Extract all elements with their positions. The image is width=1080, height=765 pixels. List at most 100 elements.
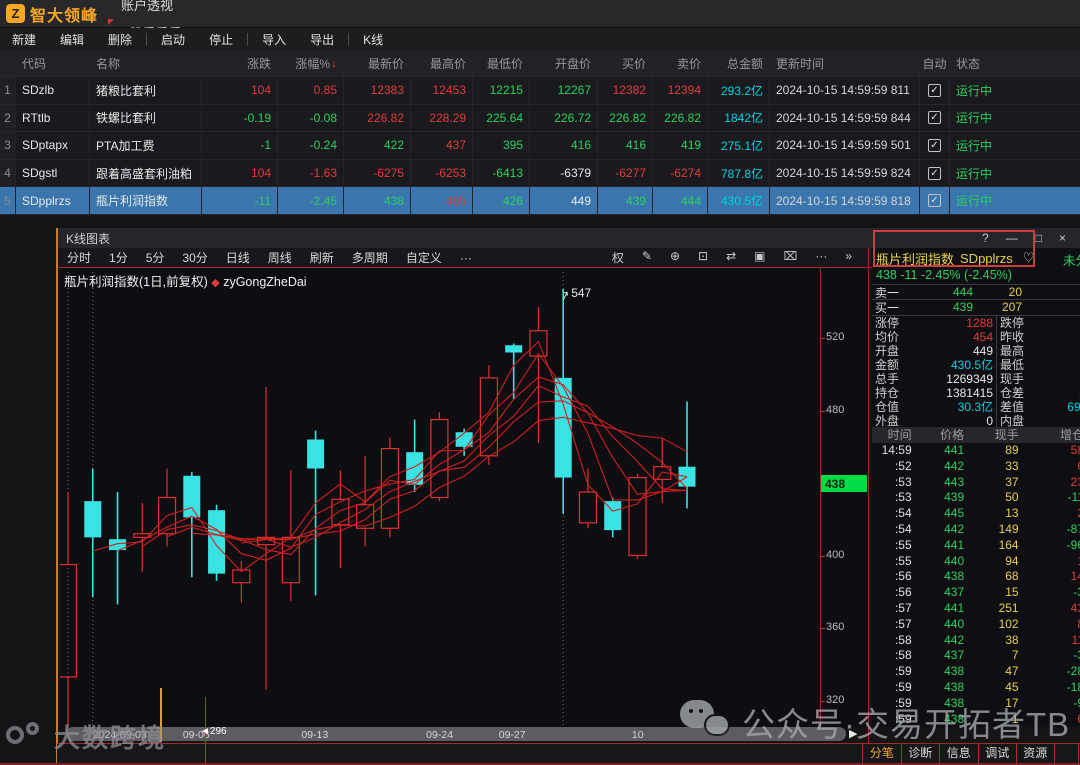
cell-value: 226.72 bbox=[530, 104, 598, 132]
bottom-tab-调试[interactable]: 调试 bbox=[977, 744, 1017, 763]
column-header-3[interactable]: 名称 bbox=[90, 50, 202, 76]
table-row-SDptapx[interactable]: 3 SDptapx PTA加工费 -1 -0.24 422 437 395 416 416 419 2… bbox=[0, 132, 1080, 160]
menu-item-7[interactable]: 导出 bbox=[298, 31, 346, 48]
window-controls: ? — □ × bbox=[982, 231, 1072, 245]
period-button-9[interactable]: 自定义 bbox=[397, 249, 451, 266]
period-button-6[interactable]: 周线 bbox=[259, 249, 301, 266]
auto-checkbox[interactable]: ✓ bbox=[928, 194, 941, 208]
bottom-tab-分笔[interactable]: 分笔 bbox=[862, 744, 901, 763]
table-row-SDpplrzs[interactable]: 5 SDpplrzs 瓶片利润指数 -11 -2.45 438 485 426 449 439 44… bbox=[0, 187, 1080, 215]
expand-icon[interactable]: » bbox=[845, 249, 852, 266]
indicator-settings-icon[interactable]: ⇄ bbox=[726, 249, 736, 266]
kline-window-titlebar[interactable]: K线图表 ? — □ × bbox=[58, 228, 1080, 248]
close-icon[interactable]: × bbox=[1059, 231, 1066, 245]
menu-item-6[interactable]: 导入 bbox=[250, 31, 298, 48]
column-header-15[interactable]: 状态 bbox=[950, 50, 1080, 76]
auto-checkbox[interactable]: ✓ bbox=[928, 166, 941, 180]
period-button-5[interactable]: 日线 bbox=[217, 249, 259, 266]
watchlist-table: 代码 名称 涨跌 涨幅% ↓ 最新价 最高价 最低价 开盘价 买价 卖价 总金额 更新时间 自动 状态 1 SD… bbox=[0, 50, 1080, 215]
app-logo-text: 智大领峰 bbox=[30, 7, 99, 25]
last-price-marker: 438 bbox=[821, 475, 867, 492]
period-button-10[interactable]: ··· bbox=[451, 251, 481, 265]
period-button-8[interactable]: 多周期 bbox=[343, 249, 397, 266]
cell-value: 275.1亿 bbox=[708, 132, 770, 159]
minimize-icon[interactable]: — bbox=[1006, 231, 1018, 245]
axis-tick-label: 520 bbox=[826, 331, 845, 343]
axis-tick-label: 400 bbox=[826, 548, 845, 561]
scroll-right-arrow-icon[interactable]: ▶ bbox=[849, 727, 857, 740]
menu-item-5[interactable]: 停止 bbox=[197, 31, 245, 48]
row-number: 5 bbox=[0, 187, 16, 214]
high-price-annotation: 547 bbox=[571, 286, 591, 300]
maximize-icon[interactable]: □ bbox=[1035, 231, 1042, 245]
menu-item-1[interactable]: 新建 bbox=[0, 31, 48, 48]
cell-auto: ✓ bbox=[920, 187, 950, 214]
candlestick-chart[interactable]: 547 bbox=[60, 268, 820, 728]
tick-row: :534433723 bbox=[894, 474, 1080, 489]
cell-value: 12383 bbox=[344, 77, 411, 104]
period-button-3[interactable]: 5分 bbox=[137, 249, 174, 266]
menu-item-8[interactable]: K线 bbox=[351, 31, 395, 48]
ticks-list[interactable]: 14:594418958:52442336:534433723:5343950-… bbox=[872, 443, 1080, 727]
cell-name: 跟着高盛套利油粕 bbox=[90, 159, 202, 187]
cell-value: -6379 bbox=[530, 159, 598, 187]
column-header-4[interactable]: 涨跌 bbox=[202, 50, 278, 76]
column-header-8[interactable]: 最低价 bbox=[473, 50, 530, 76]
menu-item-4[interactable]: 启动 bbox=[149, 31, 197, 48]
snapshot-icon[interactable]: ⊡ bbox=[698, 249, 708, 266]
table-row-RTtlb[interactable]: 2 RTtlb 铁螺比套利 -0.19 -0.08 226.82 228.29 225.64 2… bbox=[0, 104, 1080, 133]
date-axis-label: 10 bbox=[631, 728, 644, 741]
cell-value: 2024-10-15 14:59:59 811 bbox=[770, 77, 920, 104]
help-icon[interactable]: ? bbox=[982, 231, 989, 245]
column-header-11[interactable]: 卖价 bbox=[653, 50, 708, 76]
column-header-10[interactable]: 买价 bbox=[598, 50, 653, 76]
cell-auto: ✓ bbox=[920, 159, 950, 187]
column-header-2[interactable]: 代码 bbox=[16, 50, 90, 76]
cell-value: 226.82 bbox=[598, 104, 653, 132]
period-button-7[interactable]: 刷新 bbox=[301, 249, 343, 266]
bottom-tab-信息[interactable]: 信息 bbox=[939, 744, 978, 763]
period-button-4[interactable]: 30分 bbox=[173, 249, 216, 266]
tab-5[interactable]: 账户透视 bbox=[108, 0, 238, 19]
row-number: 4 bbox=[0, 159, 16, 187]
export-icon[interactable]: ⊕ bbox=[670, 249, 680, 266]
tick-row: :584423811 bbox=[894, 632, 1080, 647]
bottom-tab-诊断[interactable]: 诊断 bbox=[900, 744, 940, 763]
column-header-5[interactable]: 涨幅% ↓ bbox=[278, 50, 344, 76]
period-button-1[interactable]: 分时 bbox=[58, 249, 100, 266]
auto-checkbox[interactable]: ✓ bbox=[928, 138, 941, 152]
column-header-1[interactable] bbox=[0, 50, 16, 76]
bottom-tab-资源[interactable]: 资源 bbox=[1016, 744, 1055, 763]
cell-value: 395 bbox=[473, 132, 530, 159]
chart-series-label: 瓶片利润指数(1日,前复权) ◆ zyGongZheDai bbox=[64, 271, 307, 290]
menu-item-3[interactable]: 删除 bbox=[96, 31, 144, 48]
cell-status: 运行中 bbox=[956, 166, 993, 181]
stat-row: 均价454昨收449 bbox=[875, 330, 1025, 344]
more-icon[interactable]: ··· bbox=[815, 249, 827, 266]
layout-icon[interactable]: ▣ bbox=[754, 249, 765, 266]
column-header-9[interactable]: 开盘价 bbox=[530, 50, 598, 76]
delete-icon[interactable]: ⌧ bbox=[783, 249, 797, 266]
auto-checkbox[interactable]: ✓ bbox=[928, 111, 941, 125]
menu-separator bbox=[146, 32, 148, 46]
table-row-SDzlb[interactable]: 1 SDzlb 猪粮比套利 104 0.85 12383 12453 12215 12267 12… bbox=[0, 77, 1080, 105]
column-header-6[interactable]: 最新价 bbox=[344, 50, 411, 76]
column-header-12[interactable]: 总金额 bbox=[708, 50, 770, 76]
group-label: 未分类 bbox=[1063, 254, 1080, 268]
column-header-13[interactable]: 更新时间 bbox=[770, 50, 920, 76]
quote-header[interactable]: 瓶片利润指数 SDpplrzs ♡ 未分类 bbox=[872, 248, 1080, 268]
stat-row: 涨停1288跌停-38 bbox=[875, 316, 1025, 330]
period-button-2[interactable]: 1分 bbox=[100, 249, 137, 266]
cell-name: 铁螺比套利 bbox=[90, 104, 202, 132]
table-row-SDgstl[interactable]: 4 SDgstl 跟着高盛套利油粕 104 -1.63 -6275 -6253 -6413 -6… bbox=[0, 159, 1080, 188]
chart-scrollbar[interactable]: 2024-09-03 09-06 09-13 09-24 09-27 10 bbox=[66, 727, 846, 741]
favorite-heart-icon[interactable]: ♡ bbox=[1023, 250, 1035, 266]
column-header-14[interactable]: 自动 bbox=[920, 50, 950, 76]
top-tab-bar: Z 智大领峰 首页行情报价余管财的日内短线余管财的网格账户透视A股看看看持仓分析… bbox=[0, 0, 1080, 147]
candle-down bbox=[208, 510, 226, 574]
rights-adjust-icon[interactable]: 权 bbox=[612, 249, 624, 266]
draw-icon[interactable]: ✎ bbox=[642, 249, 652, 266]
menu-item-2[interactable]: 编辑 bbox=[48, 31, 96, 48]
auto-checkbox[interactable]: ✓ bbox=[928, 83, 941, 97]
column-header-7[interactable]: 最高价 bbox=[411, 50, 473, 76]
